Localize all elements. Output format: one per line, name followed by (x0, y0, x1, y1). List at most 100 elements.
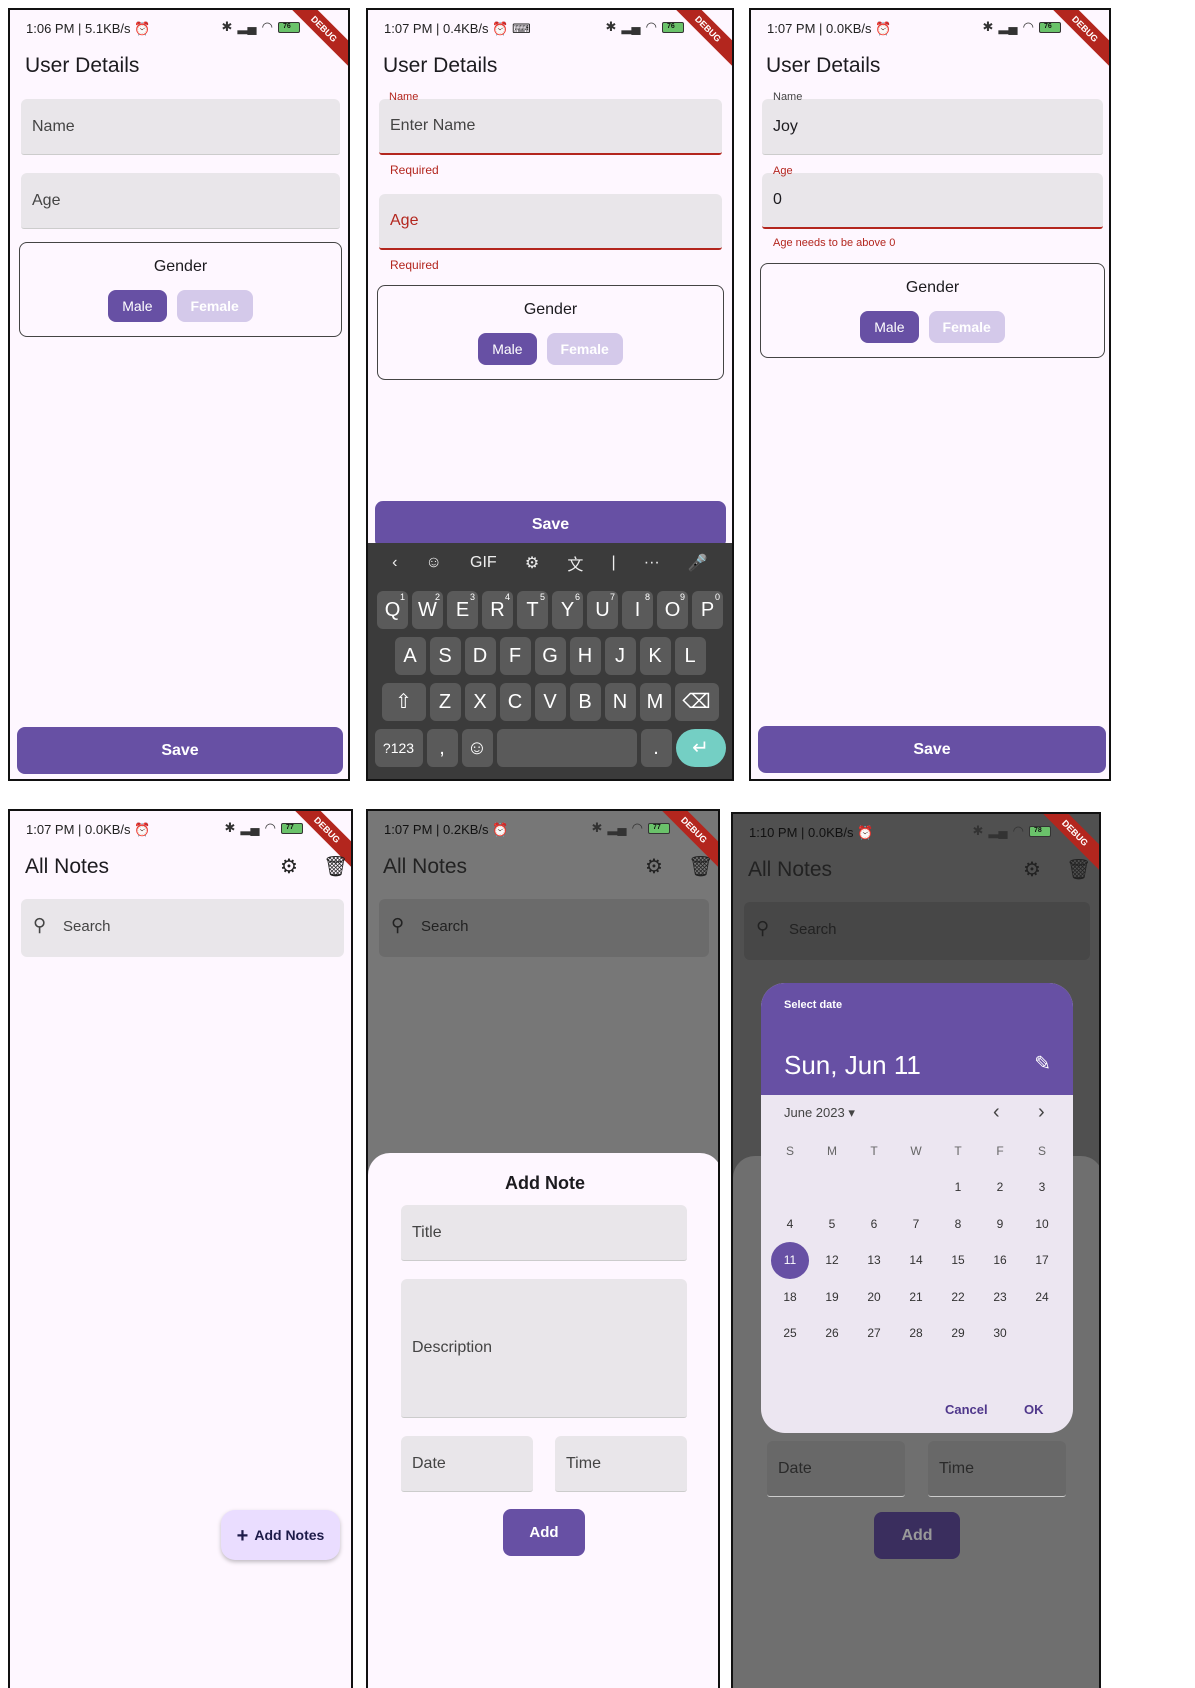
calendar-day[interactable]: 30 (979, 1315, 1021, 1352)
key-Z[interactable]: Z (429, 683, 461, 721)
key-A[interactable]: A (394, 637, 426, 675)
keyboard-tool-0[interactable]: ‹ (392, 554, 397, 572)
calendar-day[interactable]: 14 (895, 1242, 937, 1279)
age-field[interactable]: Age (21, 173, 340, 229)
save-button[interactable]: Save (17, 727, 343, 774)
calendar-day[interactable]: 15 (937, 1242, 979, 1279)
delete-sweep-icon[interactable]: 🗑 (323, 854, 348, 879)
age-field[interactable]: Age 0 (762, 165, 1103, 229)
chevron-right-icon[interactable]: › (1038, 1101, 1045, 1124)
selected-day[interactable]: 11 (771, 1242, 809, 1279)
title-field[interactable]: Title (401, 1205, 687, 1261)
search-bar[interactable]: ⚲ Search (21, 899, 344, 957)
calendar-day[interactable]: 25 (769, 1315, 811, 1352)
calendar-day[interactable]: 22 (937, 1279, 979, 1316)
keyboard-tool-6[interactable]: ··· (644, 554, 660, 572)
key-E[interactable]: E3 (447, 591, 478, 629)
time-field[interactable]: Time (555, 1436, 687, 1492)
delete-sweep-icon[interactable]: 🗑 (1066, 857, 1091, 882)
calendar-day[interactable]: 20 (853, 1279, 895, 1316)
calendar-day[interactable]: 29 (937, 1315, 979, 1352)
keyboard-tool-7[interactable]: 🎤 (688, 553, 708, 573)
calendar-day[interactable]: 9 (979, 1206, 1021, 1243)
calendar-day[interactable]: 2 (979, 1169, 1021, 1206)
gear-icon[interactable]: ⚙ (645, 854, 663, 879)
month-selector[interactable]: June 2023 ▾ (784, 1105, 855, 1121)
male-button[interactable]: Male (108, 290, 167, 322)
calendar-day[interactable]: 10 (1021, 1206, 1063, 1243)
time-field[interactable]: Time (928, 1441, 1066, 1497)
calendar-day[interactable]: 28 (895, 1315, 937, 1352)
add-button[interactable]: Add (503, 1509, 585, 1556)
calendar-day[interactable]: 1 (937, 1169, 979, 1206)
calendar-day[interactable]: 4 (769, 1206, 811, 1243)
key-↵[interactable]: ↵ (675, 729, 726, 767)
key-P[interactable]: P0 (692, 591, 723, 629)
female-button[interactable]: Female (176, 290, 253, 322)
keyboard-tool-3[interactable]: ⚙ (525, 553, 539, 573)
key-W[interactable]: W2 (412, 591, 443, 629)
key-?123[interactable]: ?123 (374, 729, 423, 767)
key-K[interactable]: K (639, 637, 671, 675)
calendar-day[interactable]: 8 (937, 1206, 979, 1243)
key-D[interactable]: D (464, 637, 496, 675)
key-C[interactable]: C (499, 683, 531, 721)
female-button[interactable]: Female (928, 311, 1005, 343)
key-H[interactable]: H (569, 637, 601, 675)
name-field[interactable]: Name Enter Name (379, 91, 722, 155)
add-button[interactable]: Add (874, 1512, 960, 1559)
key-V[interactable]: V (534, 683, 566, 721)
calendar-day[interactable]: 3 (1021, 1169, 1063, 1206)
calendar-day[interactable]: 19 (811, 1279, 853, 1316)
key-G[interactable]: G (534, 637, 566, 675)
cancel-button[interactable]: Cancel (945, 1402, 988, 1417)
key-L[interactable]: L (674, 637, 706, 675)
key-S[interactable]: S (429, 637, 461, 675)
keyboard-tool-1[interactable]: ☺ (426, 554, 442, 572)
key-☺[interactable]: ☺ (461, 729, 493, 767)
calendar-day[interactable]: 6 (853, 1206, 895, 1243)
key-Y[interactable]: Y6 (552, 591, 583, 629)
name-field[interactable]: Name Joy (762, 91, 1103, 155)
calendar-day[interactable]: 11 (769, 1242, 811, 1279)
calendar-day[interactable]: 24 (1021, 1279, 1063, 1316)
calendar-day[interactable]: 23 (979, 1279, 1021, 1316)
key-,[interactable]: , (426, 729, 458, 767)
key-J[interactable]: J (604, 637, 636, 675)
add-notes-button[interactable]: + Add Notes (221, 1510, 340, 1560)
chevron-left-icon[interactable]: ‹ (993, 1101, 1000, 1124)
female-button[interactable]: Female (546, 333, 623, 365)
description-field[interactable]: Description (401, 1279, 687, 1418)
calendar-day[interactable]: 16 (979, 1242, 1021, 1279)
key-⌫[interactable]: ⌫ (674, 683, 719, 721)
calendar-day[interactable]: 17 (1021, 1242, 1063, 1279)
gear-icon[interactable]: ⚙ (280, 854, 298, 879)
keyboard-tool-5[interactable]: | (611, 554, 615, 572)
key-F[interactable]: F (499, 637, 531, 675)
male-button[interactable]: Male (860, 311, 919, 343)
date-field[interactable]: Date (767, 1441, 905, 1497)
calendar-day[interactable]: 7 (895, 1206, 937, 1243)
key-U[interactable]: U7 (587, 591, 618, 629)
gear-icon[interactable]: ⚙ (1023, 857, 1041, 882)
delete-sweep-icon[interactable]: 🗑 (688, 854, 713, 879)
key-⇧[interactable]: ⇧ (381, 683, 426, 721)
key-O[interactable]: O9 (657, 591, 688, 629)
date-field[interactable]: Date (401, 1436, 533, 1492)
calendar-day[interactable]: 21 (895, 1279, 937, 1316)
search-bar[interactable]: ⚲ Search (744, 902, 1090, 960)
calendar-day[interactable]: 5 (811, 1206, 853, 1243)
key-T[interactable]: T5 (517, 591, 548, 629)
key-.[interactable]: . (640, 729, 672, 767)
key-Q[interactable]: Q1 (377, 591, 408, 629)
calendar-day[interactable]: 27 (853, 1315, 895, 1352)
calendar-day[interactable]: 12 (811, 1242, 853, 1279)
calendar-day[interactable]: 26 (811, 1315, 853, 1352)
key-space[interactable] (496, 729, 637, 767)
key-M[interactable]: M (639, 683, 671, 721)
ok-button[interactable]: OK (1024, 1402, 1044, 1417)
key-B[interactable]: B (569, 683, 601, 721)
age-field[interactable]: Age (379, 194, 722, 250)
save-button[interactable]: Save (375, 501, 726, 548)
key-I[interactable]: I8 (622, 591, 653, 629)
